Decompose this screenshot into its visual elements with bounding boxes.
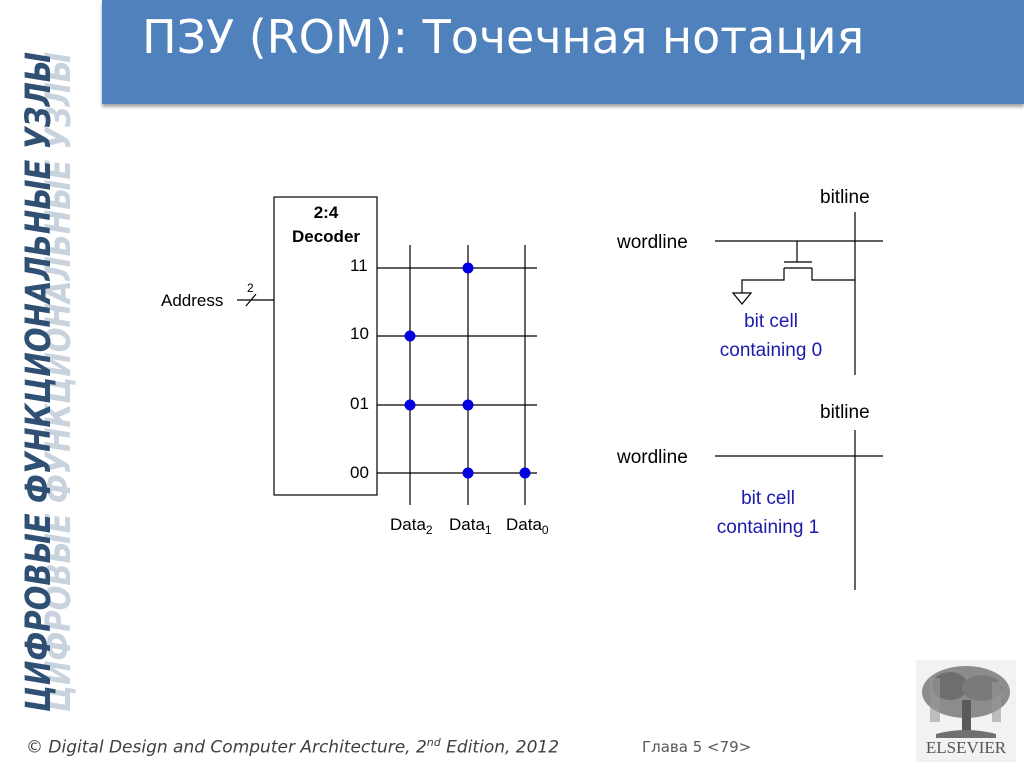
dot-00-data1 <box>462 467 474 479</box>
column-label-data0: Data0 <box>506 515 549 537</box>
cell0-caption-line2: containing 0 <box>720 340 822 361</box>
row-label-10: 10 <box>350 324 369 343</box>
cell1-caption-line1: bit cell <box>741 488 795 509</box>
cell0-wordline-label: wordline <box>616 232 688 253</box>
cell0-caption-line1: bit cell <box>744 311 798 332</box>
decoder-name-label: Decoder <box>292 227 360 246</box>
column-label-data1: Data1 <box>449 515 492 537</box>
column-label-data2: Data2 <box>390 515 433 537</box>
dot-01-data1 <box>462 399 474 411</box>
cell1-bitline-label: bitline <box>820 402 870 423</box>
dot-11-data1 <box>462 262 474 274</box>
cell0-transistor <box>731 241 855 305</box>
row-label-00: 00 <box>350 463 369 482</box>
footer-copyright: © Digital Design and Computer Architectu… <box>26 736 560 758</box>
cell0-bitline-label: bitline <box>820 187 870 208</box>
address-width-label: 2 <box>247 281 254 295</box>
dot-10-data2 <box>404 330 416 342</box>
dot-01-data2 <box>404 399 416 411</box>
publisher-name: ELSEVIER <box>925 738 1007 757</box>
row-label-01: 01 <box>350 394 369 413</box>
address-label: Address <box>161 291 223 310</box>
footer-page-number: Глава 5 <79> <box>642 738 752 756</box>
cell1-caption-line2: containing 1 <box>717 517 819 538</box>
ground-icon <box>731 292 753 305</box>
decoder-type-label: 2:4 <box>314 203 339 222</box>
row-label-11: 11 <box>350 256 368 275</box>
rom-dot-notation-diagram: 2:4 Decoder Address 2 11 10 01 00 Data2 … <box>161 187 883 590</box>
cell1-wordline-label: wordline <box>616 447 688 468</box>
dot-00-data0 <box>519 467 531 479</box>
